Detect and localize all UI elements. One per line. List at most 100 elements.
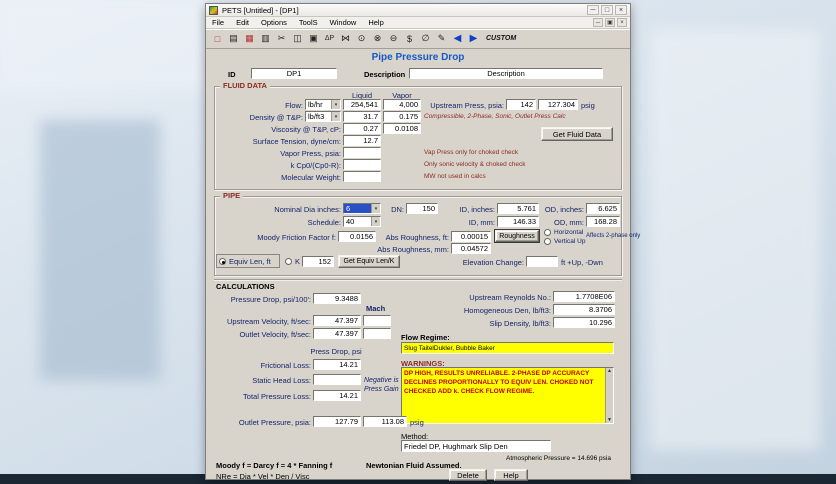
- flow-vapor-field[interactable]: 4,000: [383, 99, 421, 110]
- warnings-box[interactable]: DP HIGH, RESULTS UNRELIABLE. 2-PHASE DP …: [401, 367, 614, 424]
- molecular-weight-label: Molecular Weight:: [281, 173, 341, 182]
- pressure-drop-field[interactable]: 9.3488: [313, 293, 361, 304]
- surface-tension-field[interactable]: 12.7: [343, 135, 381, 146]
- vapor-press-field[interactable]: [343, 147, 381, 158]
- compressible-note: Compressible, 2-Phase, Sonic, Outlet Pre…: [424, 113, 566, 120]
- copy-icon[interactable]: ◫: [290, 31, 305, 46]
- schedule-dropdown[interactable]: 40 ▾: [343, 216, 381, 227]
- equiv-len-radio[interactable]: Equiv Len, ft: [219, 257, 271, 266]
- warnings-scrollbar[interactable]: ▲ ▼: [605, 368, 613, 423]
- menu-tools[interactable]: ToolS: [293, 17, 324, 28]
- vap-press-note: Vap Press only for choked check: [424, 149, 519, 156]
- viscosity-vapor-field[interactable]: 0.0108: [383, 123, 421, 134]
- psig-label: psig: [410, 418, 424, 427]
- get-equiv-len-button[interactable]: Get Equiv Len/K: [338, 255, 400, 268]
- orifice-icon[interactable]: ⊖: [386, 31, 401, 46]
- upstream-velocity-field[interactable]: 47.397: [313, 315, 361, 326]
- delete-button[interactable]: Delete: [449, 469, 487, 481]
- pump-icon[interactable]: ⊙: [354, 31, 369, 46]
- k-radio[interactable]: K: [285, 257, 300, 266]
- menu-window[interactable]: Window: [324, 17, 363, 28]
- mdi-restore-button[interactable]: ▣: [605, 18, 615, 27]
- calculations-header: CALCULATIONS: [216, 282, 275, 291]
- slip-density-field[interactable]: 10.296: [553, 317, 615, 328]
- menu-help[interactable]: Help: [362, 17, 389, 28]
- od-inches-field[interactable]: 6.625: [586, 203, 620, 214]
- frictional-loss-field[interactable]: 14.21: [313, 359, 361, 370]
- valve-icon[interactable]: ⊗: [370, 31, 385, 46]
- flow-regime-field[interactable]: Slug TaitelDukler, Bubble Baker: [401, 342, 614, 354]
- total-loss-field[interactable]: 14.21: [313, 390, 361, 401]
- calculations-divider: [214, 279, 622, 281]
- open-icon[interactable]: ▤: [226, 31, 241, 46]
- static-head-field[interactable]: [313, 374, 361, 385]
- minimize-button[interactable]: ─: [587, 5, 599, 15]
- outlet-pressure-psia-field[interactable]: 127.79: [313, 416, 361, 427]
- abs-roughness-mm-field[interactable]: 0.04572: [451, 243, 491, 254]
- print-icon[interactable]: ▥: [258, 31, 273, 46]
- od-mm-label: OD, mm:: [554, 218, 584, 227]
- horizontal-radio[interactable]: Horizontal: [544, 229, 583, 236]
- upstream-press-psia-field[interactable]: 142: [506, 99, 536, 110]
- density-unit-dropdown[interactable]: lb/ft3 ▾: [305, 111, 341, 122]
- vertical-up-radio[interactable]: Vertical Up: [544, 238, 585, 245]
- viscosity-liquid-field[interactable]: 0.27: [343, 123, 381, 134]
- pipe-legend: PIPE: [220, 191, 244, 200]
- id-mm-field[interactable]: 146.33: [497, 216, 539, 227]
- outlet-pressure-psig-field[interactable]: 113.08: [363, 416, 407, 427]
- mdi-minimize-button[interactable]: ─: [593, 18, 603, 27]
- delta-p-icon[interactable]: ΔP: [322, 31, 337, 46]
- fittings-icon[interactable]: ⋈: [338, 31, 353, 46]
- menu-file[interactable]: File: [206, 17, 230, 28]
- upstream-press-label: Upstream Press, psia:: [430, 101, 504, 110]
- outlet-pressure-label: Outlet Pressure, psia:: [238, 418, 311, 427]
- id-mm-label: ID, mm:: [468, 218, 495, 227]
- molecular-weight-field[interactable]: [343, 171, 381, 182]
- nominal-dia-dropdown[interactable]: 6 ▾: [343, 203, 381, 214]
- outlet-velocity-field[interactable]: 47.397: [313, 328, 361, 339]
- moody-friction-field[interactable]: 0.0156: [338, 231, 376, 242]
- density-vapor-field[interactable]: 0.175: [383, 111, 421, 122]
- method-field[interactable]: Friedel DP, Hughmark Slip Den: [401, 440, 551, 452]
- k-cp-field[interactable]: [343, 159, 381, 170]
- nav-forward-icon[interactable]: ▶: [466, 31, 481, 46]
- cost-icon[interactable]: $: [402, 31, 417, 46]
- description-field[interactable]: Description: [409, 68, 603, 79]
- od-mm-field[interactable]: 168.28: [586, 216, 620, 227]
- paste-icon[interactable]: ▣: [306, 31, 321, 46]
- flow-label: Flow:: [285, 101, 303, 110]
- menu-options[interactable]: Options: [255, 17, 293, 28]
- slope-icon[interactable]: ∅: [418, 31, 433, 46]
- get-fluid-data-button[interactable]: Get Fluid Data: [541, 127, 613, 141]
- upstream-mach-field[interactable]: [363, 315, 391, 326]
- id-inches-field[interactable]: 5.761: [497, 203, 539, 214]
- help-button[interactable]: Help: [494, 469, 528, 481]
- upstream-reynolds-label: Upstream Reynolds No.:: [469, 293, 551, 302]
- moody-friction-label: Moody Friction Factor f:: [257, 233, 336, 242]
- new-icon[interactable]: □: [210, 31, 225, 46]
- nav-back-icon[interactable]: ◀: [450, 31, 465, 46]
- dn-field[interactable]: 150: [406, 203, 438, 214]
- save-icon[interactable]: ▦: [242, 31, 257, 46]
- elevation-change-field[interactable]: [526, 256, 558, 267]
- equiv-len-field[interactable]: 152: [302, 256, 334, 267]
- id-field[interactable]: DP1: [251, 68, 337, 79]
- scroll-up-icon[interactable]: ▲: [607, 368, 612, 374]
- maximize-button[interactable]: □: [601, 5, 613, 15]
- upstream-reynolds-field[interactable]: 1.7708E06: [553, 291, 615, 302]
- density-liquid-field[interactable]: 31.7: [343, 111, 381, 122]
- close-button[interactable]: ×: [615, 5, 627, 15]
- outlet-mach-field[interactable]: [363, 328, 391, 339]
- mdi-close-button[interactable]: ×: [617, 18, 627, 27]
- scroll-down-icon[interactable]: ▼: [607, 417, 612, 423]
- cut-icon[interactable]: ✂: [274, 31, 289, 46]
- k-note: Only sonic velocity & choked check: [424, 161, 526, 168]
- menu-edit[interactable]: Edit: [230, 17, 255, 28]
- upstream-press-psig-field[interactable]: 127.304: [538, 99, 578, 110]
- homogeneous-den-field[interactable]: 8.3706: [553, 304, 615, 315]
- roughness-button[interactable]: Roughness: [495, 230, 539, 242]
- flow-liquid-field[interactable]: 254,541: [343, 99, 381, 110]
- edit-icon[interactable]: ✎: [434, 31, 449, 46]
- flow-unit-dropdown[interactable]: lb/hr ▾: [305, 99, 341, 110]
- abs-roughness-ft-field[interactable]: 0.00015: [451, 231, 491, 242]
